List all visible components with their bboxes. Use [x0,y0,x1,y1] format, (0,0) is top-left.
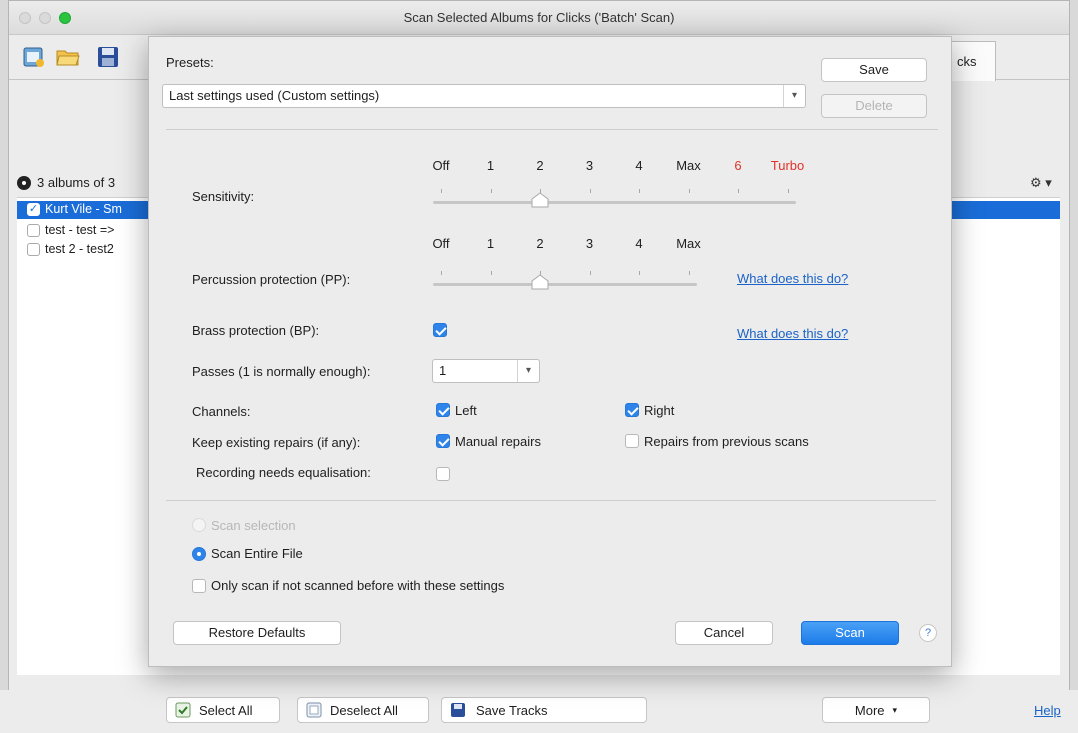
album-row-1[interactable]: test - test => [27,223,114,237]
sensitivity-tick-mark [589,189,591,193]
percussion-tick-label: Off [432,236,450,251]
percussion-tick-mark [441,271,442,275]
album-checkbox-0[interactable]: ✓ [27,202,40,216]
only-scan-checkbox[interactable] [192,579,206,593]
passes-select[interactable]: 1 ▾ [432,359,540,383]
help-question-icon[interactable]: ? [919,624,937,642]
album-label-0: Kurt Vile - Sm [45,202,122,216]
sensitivity-tick-mark [441,189,442,193]
album-checkbox-2[interactable] [27,242,40,256]
sensitivity-label: Sensitivity: [192,189,255,204]
album-label-1: test - test => [45,223,115,237]
save-tracks-button[interactable]: Save Tracks [441,697,647,723]
presets-select[interactable]: Last settings used (Custom settings) ▾ [162,84,806,108]
title-bar: Scan Selected Albums for Clicks ('Batch'… [9,1,1069,35]
scan-button[interactable]: Scan [801,621,899,645]
scan-selection-radio[interactable] [192,518,206,532]
gear-menu-icon[interactable]: ⚙ ▾ [1030,175,1052,191]
channel-right-label: Right [644,403,675,418]
deselect-all-button[interactable]: Deselect All [297,697,429,723]
keep-repairs-label: Keep existing repairs (if any): [192,435,361,450]
chevron-down-icon: ▾ [783,85,805,107]
sensitivity-tick-mark [688,189,690,193]
percussion-help-link[interactable]: What does this do? [737,271,848,286]
chevron-down-icon: ▾ [517,360,539,382]
sensitivity-knob[interactable] [531,192,549,208]
dropdown-arrow-icon: ▾ [892,704,898,715]
restore-defaults-button[interactable]: Restore Defaults [173,621,341,645]
sensitivity-tick-mark [639,189,640,193]
deselect-all-icon [306,702,322,718]
percussion-tick-label: 2 [536,236,544,251]
percussion-tick-label: 3 [585,236,594,251]
percussion-tick-label: Max [676,236,701,251]
manual-repairs-checkbox[interactable] [436,434,450,448]
channel-right-checkbox[interactable] [625,403,639,417]
album-checkbox-1[interactable] [27,223,40,237]
scan-entire-file-label: Scan Entire File [211,546,303,561]
save-disk-icon[interactable] [95,44,121,70]
batch-scan-dialog: Presets: Last settings used (Custom sett… [148,36,952,667]
percussion-tick-mark [589,271,591,275]
select-all-button[interactable]: Select All [166,697,280,723]
previous-repairs-checkbox[interactable] [625,434,639,448]
passes-label: Passes (1 is normally enough): [192,364,371,379]
sensitivity-tick-label: 1 [486,158,495,173]
sensitivity-track[interactable] [433,201,796,204]
album-row-0[interactable]: ✓ Kurt Vile - Sm [27,202,122,216]
separator-top [166,129,938,130]
album-row-2[interactable]: test 2 - test2 [27,242,114,256]
channel-left-checkbox[interactable] [436,403,450,417]
sensitivity-tick-label: Off [432,158,450,173]
equalisation-checkbox[interactable] [436,467,450,481]
percussion-tick-mark [490,271,492,275]
sensitivity-tick-label: 4 [635,158,643,173]
scan-selection-label: Scan selection [211,518,296,533]
percussion-label: Percussion protection (PP): [192,272,351,287]
channel-left-label: Left [455,403,477,418]
album-count-header: 3 albums of 3 [17,175,115,190]
window-title: Scan Selected Albums for Clicks ('Batch'… [403,10,675,25]
album-label-2: test 2 - test2 [45,242,114,256]
sensitivity-tick-label: 6 [734,158,742,173]
brass-checkbox[interactable] [433,323,447,337]
channels-label: Channels: [192,404,251,419]
percussion-tick-label: 4 [635,236,643,251]
scan-entire-file-radio[interactable] [192,547,206,561]
presets-label: Presets: [166,55,214,70]
disc-icon [17,175,31,190]
sensitivity-tick-label: 2 [536,158,544,173]
manual-repairs-label: Manual repairs [455,434,541,449]
select-all-icon [175,702,191,718]
percussion-tick-label: 1 [486,236,495,251]
sensitivity-tick-label: Max [676,158,701,173]
brass-help-link[interactable]: What does this do? [737,326,848,341]
sensitivity-tick-mark [787,189,789,193]
sensitivity-tick-label: Turbo [770,158,805,173]
percussion-track[interactable] [433,283,697,286]
save-tracks-icon [451,703,465,717]
album-count-label: 3 albums of 3 [37,175,116,190]
percussion-tick-mark [688,271,690,275]
save-preset-button[interactable]: Save [821,58,927,82]
percussion-tick-mark [639,271,640,275]
sensitivity-tick-mark [490,189,492,193]
sensitivity-tick-mark [738,189,739,193]
previous-repairs-label: Repairs from previous scans [644,434,809,449]
cancel-button[interactable]: Cancel [675,621,773,645]
open-folder-icon[interactable] [55,44,81,70]
only-scan-label: Only scan if not scanned before with the… [211,578,505,593]
brass-label: Brass protection (BP): [192,323,320,338]
more-menu-button[interactable]: More ▾ [822,697,930,723]
separator-bottom [166,500,936,501]
help-link[interactable]: Help [1034,703,1061,718]
percussion-knob[interactable] [531,274,549,290]
new-file-icon[interactable] [21,44,47,70]
sensitivity-tick-label: 3 [585,158,594,173]
equalisation-label: Recording needs equalisation: [196,465,371,480]
delete-preset-button[interactable]: Delete [821,94,927,118]
